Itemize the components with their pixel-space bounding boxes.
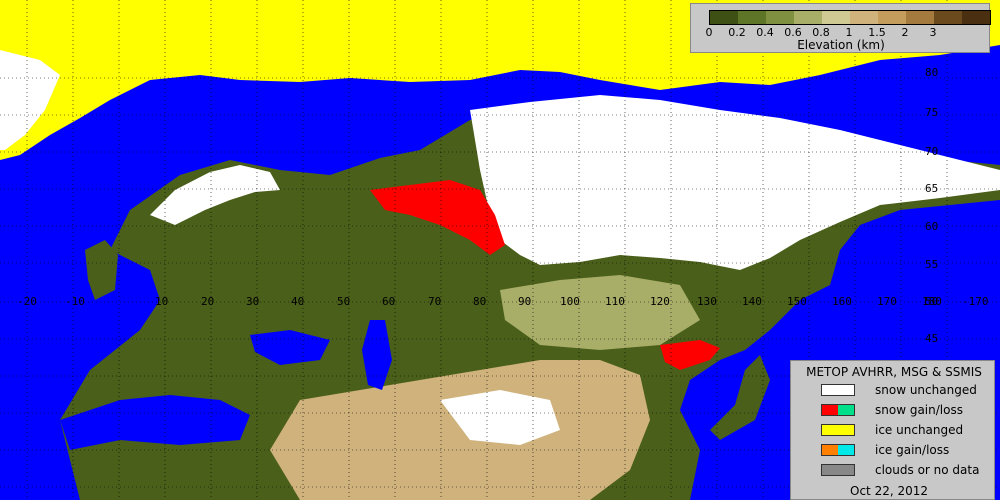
legend-label: snow unchanged xyxy=(875,383,977,397)
legend-label: clouds or no data xyxy=(875,463,980,477)
status-legend-title: METOP AVHRR, MSG & SSMIS xyxy=(806,365,982,379)
lon-label-90: 90 xyxy=(518,295,531,308)
lon-label-m170: -170 xyxy=(962,295,989,308)
lon-label-50: 50 xyxy=(337,295,350,308)
elevation-swatch xyxy=(710,11,738,24)
elevation-swatch xyxy=(962,11,990,24)
lon-label-10: 10 xyxy=(155,295,168,308)
status-legend: METOP AVHRR, MSG & SSMIS snow unchanged … xyxy=(790,360,995,500)
lon-label-120: 120 xyxy=(650,295,670,308)
lon-label-60: 60 xyxy=(382,295,395,308)
elevation-swatch xyxy=(906,11,934,24)
lon-label-110: 110 xyxy=(605,295,625,308)
lat-label-75: 75 xyxy=(925,106,938,119)
lat-label-45: 45 xyxy=(925,332,938,345)
lon-label-m10: -10 xyxy=(65,295,85,308)
lon-label-30: 30 xyxy=(246,295,259,308)
lat-label-80: 80 xyxy=(925,66,938,79)
map-date: Oct 22, 2012 xyxy=(850,484,928,498)
lat-label-65: 65 xyxy=(925,182,938,195)
elevation-legend: 0 0.2 0.4 0.6 0.8 1 1.5 2 3 Elevation (k… xyxy=(690,3,991,53)
legend-swatch xyxy=(821,404,855,416)
lon-label-180: 180 xyxy=(922,295,942,308)
elevation-swatch xyxy=(878,11,906,24)
elevation-legend-title: Elevation (km) xyxy=(797,38,885,52)
elevation-color-bar xyxy=(709,10,991,25)
lon-label-m20: -20 xyxy=(17,295,37,308)
lon-label-20: 20 xyxy=(201,295,214,308)
legend-swatch xyxy=(821,444,855,456)
legend-swatch xyxy=(821,464,855,476)
legend-item-ice-unchanged: ice unchanged xyxy=(821,422,963,438)
lat-label-55: 55 xyxy=(925,258,938,271)
elevation-swatch xyxy=(738,11,766,24)
lon-label-150: 150 xyxy=(787,295,807,308)
lon-label-130: 130 xyxy=(697,295,717,308)
legend-item-ice-gain-loss: ice gain/loss xyxy=(821,442,949,458)
lat-label-70: 70 xyxy=(925,145,938,158)
lat-label-60: 60 xyxy=(925,220,938,233)
lon-label-100: 100 xyxy=(560,295,580,308)
legend-swatch xyxy=(821,424,855,436)
lon-label-160: 160 xyxy=(832,295,852,308)
lon-label-70: 70 xyxy=(428,295,441,308)
elevation-swatch xyxy=(822,11,850,24)
legend-label: ice unchanged xyxy=(875,423,964,437)
elevation-swatch xyxy=(766,11,794,24)
lon-label-140: 140 xyxy=(742,295,762,308)
elevation-swatch xyxy=(794,11,822,24)
legend-swatch xyxy=(821,384,855,396)
legend-item-snow-gain-loss: snow gain/loss xyxy=(821,402,963,418)
lon-label-40: 40 xyxy=(291,295,304,308)
legend-item-clouds: clouds or no data xyxy=(821,462,979,478)
legend-item-snow-unchanged: snow unchanged xyxy=(821,382,977,398)
lon-label-80: 80 xyxy=(473,295,486,308)
legend-label: snow gain/loss xyxy=(875,403,963,417)
legend-label: ice gain/loss xyxy=(875,443,950,457)
lon-label-170: 170 xyxy=(877,295,897,308)
elevation-swatch xyxy=(934,11,962,24)
elevation-swatch xyxy=(850,11,878,24)
